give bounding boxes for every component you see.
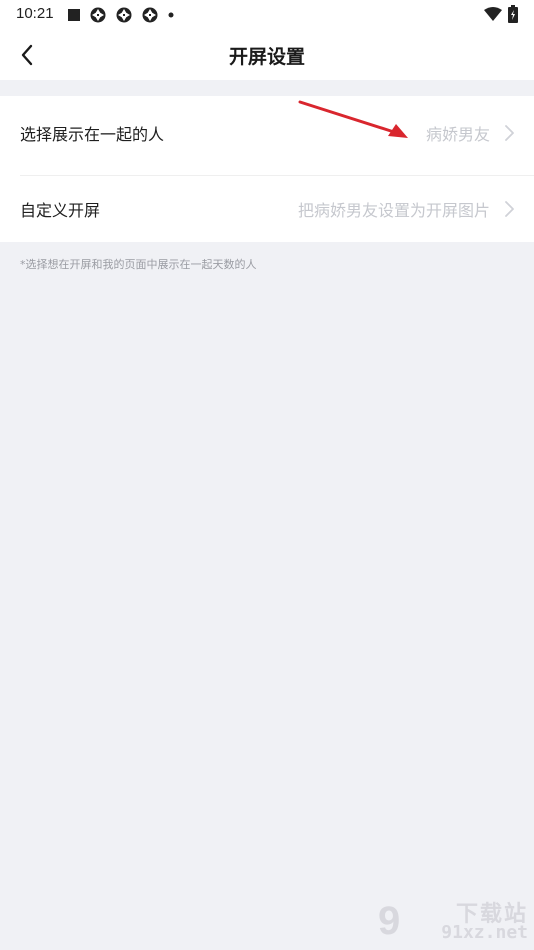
row-label: 自定义开屏 [20, 201, 101, 220]
dot-icon [168, 12, 174, 18]
page-title: 开屏设置 [228, 46, 305, 68]
wifi-icon [484, 7, 502, 21]
watermark: 9 下载站 91xz.net [378, 896, 528, 946]
aperture-icon [90, 7, 106, 23]
hint-text: *选择想在开屏和我的页面中展示在一起天数的人 [20, 258, 257, 271]
row-value: 病娇男友 [425, 124, 490, 144]
watermark-domain: 91xz.net [441, 922, 528, 943]
row-value: 把病娇男友设置为开屏图片 [297, 201, 490, 220]
status-bar: 10:21 [0, 0, 534, 30]
settings-row-together-person[interactable]: 选择展示在一起的人 病娇男友 [0, 96, 534, 169]
aperture-icon [142, 7, 158, 23]
stop-square-icon [68, 9, 80, 21]
status-time: 10:21 [16, 5, 54, 22]
row-label: 选择展示在一起的人 [20, 124, 165, 144]
watermark-logo: 9 [378, 899, 401, 943]
screen: 10:21 开屏设置 选择展示在一起的人 病娇男友 自定义开屏 把病娇男友设置为… [0, 0, 534, 950]
chevron-right-icon [505, 124, 514, 141]
nav-bar: 开屏设置 [0, 30, 534, 80]
settings-group: 选择展示在一起的人 病娇男友 自定义开屏 把病娇男友设置为开屏图片 [0, 96, 534, 242]
settings-row-custom-splash[interactable]: 自定义开屏 把病娇男友设置为开屏图片 [0, 176, 534, 242]
aperture-icon [116, 7, 132, 23]
battery-icon [508, 5, 518, 23]
status-icons-left [68, 6, 174, 24]
chevron-right-icon [505, 201, 514, 217]
status-icons-right [484, 5, 518, 23]
annotation-arrow [298, 100, 408, 138]
